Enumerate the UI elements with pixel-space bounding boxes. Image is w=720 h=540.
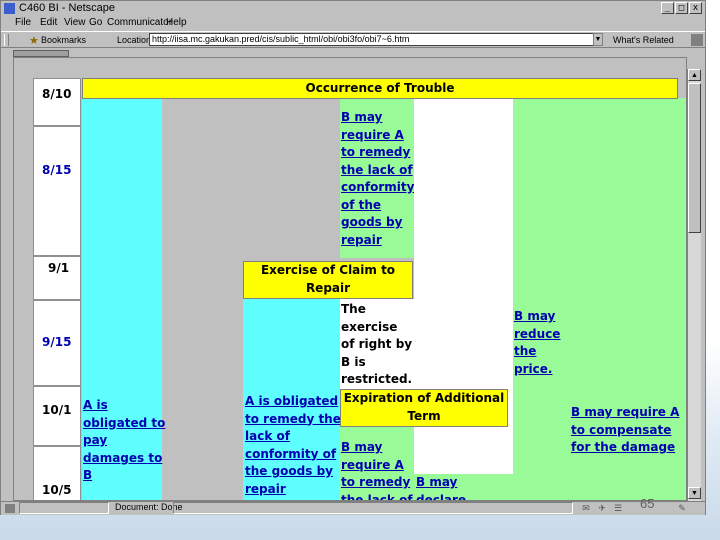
- component-bar-icon[interactable]: ✉: [581, 504, 591, 513]
- date-label: 8/10: [42, 87, 72, 101]
- bookmark-icon: ★: [29, 35, 39, 47]
- date-box: 10/1: [33, 386, 81, 446]
- exercise-restricted-text: The exercise of right by B is restricted…: [341, 302, 413, 386]
- exercise-of-claim-header: Exercise of Claim to Repair: [243, 261, 413, 299]
- menu-view[interactable]: View: [64, 17, 86, 28]
- netscape-icon: [4, 3, 15, 14]
- scroll-down-arrow-icon[interactable]: ▼: [688, 487, 701, 499]
- date-label: 10/5: [42, 483, 72, 497]
- status-message-cell: [173, 502, 573, 514]
- location-input[interactable]: http://iisa.mc.gakukan.pred/cis/sublic_h…: [149, 33, 594, 46]
- mail-icon[interactable]: ✈: [597, 504, 607, 513]
- scroll-up-arrow-icon[interactable]: ▲: [688, 69, 701, 81]
- composer-icon[interactable]: ✎: [677, 504, 687, 513]
- menu-help[interactable]: Help: [166, 17, 187, 28]
- menu-communicator[interactable]: Communicator: [107, 17, 172, 28]
- close-button[interactable]: x: [689, 2, 702, 14]
- blank-cell: [414, 98, 513, 500]
- expiration-of-additional-term-header: Expiration of Additional Term: [340, 389, 508, 427]
- netscape-throbber-icon: [691, 34, 703, 46]
- bookmarks-button[interactable]: Bookmarks: [41, 35, 86, 45]
- slide-page-number: 65: [640, 496, 655, 511]
- location-dropdown-button[interactable]: ▼: [593, 33, 603, 46]
- progress-cell: [19, 502, 109, 514]
- minimize-button[interactable]: _: [661, 2, 674, 14]
- occurrence-of-trouble-header: Occurrence of Trouble: [82, 78, 678, 99]
- a-obligated-remedy-link[interactable]: A is obligated to remedy the lack of con…: [245, 393, 341, 498]
- b-may-declare-link[interactable]: B may declare: [416, 474, 476, 500]
- date-link[interactable]: 8/15: [42, 163, 71, 177]
- date-link[interactable]: 9/15: [42, 335, 71, 349]
- page-content: 8/10 8/15 9/1 9/15 10/1 10/5 A is obliga…: [13, 57, 687, 501]
- menu-edit[interactable]: Edit: [40, 17, 57, 28]
- grip-handle[interactable]: [4, 34, 9, 46]
- menu-go[interactable]: Go: [89, 17, 102, 28]
- b-may-require-remedy-link[interactable]: B may require A to remedy the lack of co…: [341, 109, 415, 249]
- a-obligated-damages-link[interactable]: A is obligated to pay damages to B: [83, 397, 167, 485]
- browser-window: C460 BI - Netscape _ □ x File Edit View …: [0, 0, 706, 515]
- date-box: 9/15: [33, 300, 81, 386]
- b-may-require-remedy-2-link[interactable]: B may require A to remedy the lack of co…: [341, 439, 415, 500]
- date-box: 8/10: [33, 78, 81, 126]
- vertical-scrollbar[interactable]: ▲ ▼: [687, 69, 701, 501]
- security-icon[interactable]: [5, 504, 15, 513]
- date-box: 8/15: [33, 126, 81, 256]
- window-title: C460 BI - Netscape: [19, 2, 115, 14]
- whats-related-button[interactable]: What's Related: [613, 35, 674, 45]
- b-may-reduce-link[interactable]: B may reduce the price.: [514, 308, 574, 378]
- date-box: 9/1: [33, 256, 81, 300]
- personal-toolbar-tab[interactable]: [13, 50, 69, 57]
- menu-bar: File Edit View Go Communicator Help: [1, 17, 705, 31]
- maximize-button[interactable]: □: [675, 2, 688, 14]
- b-may-require-compensate-link[interactable]: B may require A to compensate for the da…: [571, 404, 686, 457]
- date-label: 9/1: [48, 261, 70, 275]
- discussion-icon[interactable]: ☰: [613, 504, 623, 513]
- date-box: 10/5: [33, 446, 81, 500]
- date-label: 10/1: [42, 403, 72, 417]
- scroll-thumb[interactable]: [688, 83, 701, 233]
- menu-file[interactable]: File: [15, 17, 31, 28]
- title-bar: C460 BI - Netscape _ □ x: [1, 1, 705, 17]
